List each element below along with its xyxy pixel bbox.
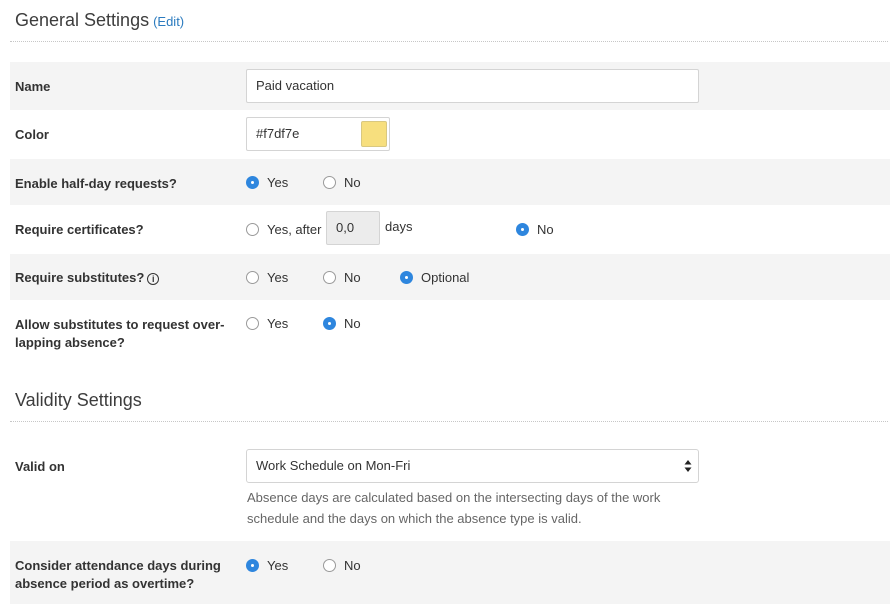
certificates-row: Require certificates? Yes, after 0,0 day… [10, 205, 890, 253]
radio-unchecked-icon [246, 317, 259, 330]
general-divider [10, 41, 888, 42]
overtime-label-line1: Consider attendance days during [15, 558, 221, 573]
substitutes-label: Require substitutes? i [15, 269, 160, 287]
radio-checked-icon [323, 317, 336, 330]
half-day-row: Enable half-day requests? Yes No [10, 159, 890, 205]
substitutes-optional-label: Optional [421, 270, 470, 285]
substitutes-optional-radio[interactable]: Optional [400, 270, 469, 285]
certificates-yes-after-label: Yes, after [267, 222, 322, 237]
valid-on-help-text: Absence days are calculated based on the… [247, 487, 707, 529]
substitutes-label-text: Require substitutes? [15, 270, 145, 285]
overtime-yes-label: Yes [267, 558, 289, 573]
color-label: Color [15, 127, 49, 142]
overlap-yes-radio[interactable]: Yes [246, 316, 288, 331]
overlap-no-radio[interactable]: No [323, 316, 361, 331]
name-input[interactable]: Paid vacation [246, 69, 699, 103]
certificates-label: Require certificates? [15, 222, 144, 237]
info-icon[interactable]: i [147, 273, 160, 285]
half-day-yes-radio[interactable]: Yes [246, 175, 288, 190]
overtime-label: Consider attendance days during absence … [15, 557, 221, 593]
substitutes-no-radio[interactable]: No [323, 270, 361, 285]
certificates-days-unit: days [385, 219, 413, 234]
radio-unchecked-icon [323, 176, 336, 189]
half-day-yes-label: Yes [267, 175, 289, 190]
overtime-no-radio[interactable]: No [323, 558, 361, 573]
validity-settings-title: Validity Settings [15, 390, 142, 410]
substitutes-yes-label: Yes [267, 270, 289, 285]
overtime-row: Consider attendance days during absence … [10, 541, 890, 604]
certificates-yes-radio[interactable]: Yes, after [246, 222, 321, 237]
substitutes-no-label: No [344, 270, 361, 285]
overlap-yes-label: Yes [267, 316, 289, 331]
valid-on-help-line1: Absence days are calculated based on the… [247, 490, 661, 505]
radio-unchecked-icon [323, 271, 336, 284]
certificates-no-label: No [537, 222, 554, 237]
half-day-no-radio[interactable]: No [323, 175, 361, 190]
overtime-yes-radio[interactable]: Yes [246, 558, 288, 573]
radio-unchecked-icon [246, 271, 259, 284]
overlap-label-line2: lapping absence? [15, 335, 125, 350]
substitutes-yes-radio[interactable]: Yes [246, 270, 288, 285]
overtime-label-line2: absence period as overtime? [15, 576, 195, 591]
overlap-label-line1: Allow substitutes to request over- [15, 317, 225, 332]
edit-link[interactable]: (Edit) [153, 14, 184, 29]
overtime-no-label: No [344, 558, 361, 573]
valid-on-selected-value: Work Schedule on Mon-Fri [256, 458, 411, 473]
name-label: Name [15, 79, 51, 94]
substitutes-row: Require substitutes? i Yes No Optional [10, 254, 890, 300]
name-row: Name Paid vacation [10, 62, 890, 110]
radio-checked-icon [516, 223, 529, 236]
radio-checked-icon [400, 271, 413, 284]
overlap-row: Allow substitutes to request over- lappi… [10, 300, 890, 360]
radio-unchecked-icon [323, 559, 336, 572]
general-settings-title: General Settings (Edit) [15, 10, 184, 31]
radio-checked-icon [246, 559, 259, 572]
valid-on-select[interactable]: Work Schedule on Mon-Fri [246, 449, 699, 483]
overlap-label: Allow substitutes to request over- lappi… [15, 316, 224, 352]
select-arrows-icon [684, 460, 692, 472]
certificates-days-input[interactable]: 0,0 [326, 211, 380, 245]
radio-unchecked-icon [246, 223, 259, 236]
half-day-label: Enable half-day requests? [15, 176, 177, 191]
validity-divider [10, 421, 888, 422]
half-day-no-label: No [344, 175, 361, 190]
color-swatch[interactable] [361, 121, 387, 147]
radio-checked-icon [246, 176, 259, 189]
overlap-no-label: No [344, 316, 361, 331]
valid-on-help-line2: schedule and the days on which the absen… [247, 511, 582, 526]
color-row: Color #f7df7e [10, 110, 890, 158]
general-settings-heading: General Settings [15, 10, 150, 30]
valid-on-label: Valid on [15, 459, 65, 474]
certificates-no-radio[interactable]: No [516, 222, 554, 237]
valid-on-row: Valid on Work Schedule on Mon-Fri Absenc… [10, 440, 890, 540]
